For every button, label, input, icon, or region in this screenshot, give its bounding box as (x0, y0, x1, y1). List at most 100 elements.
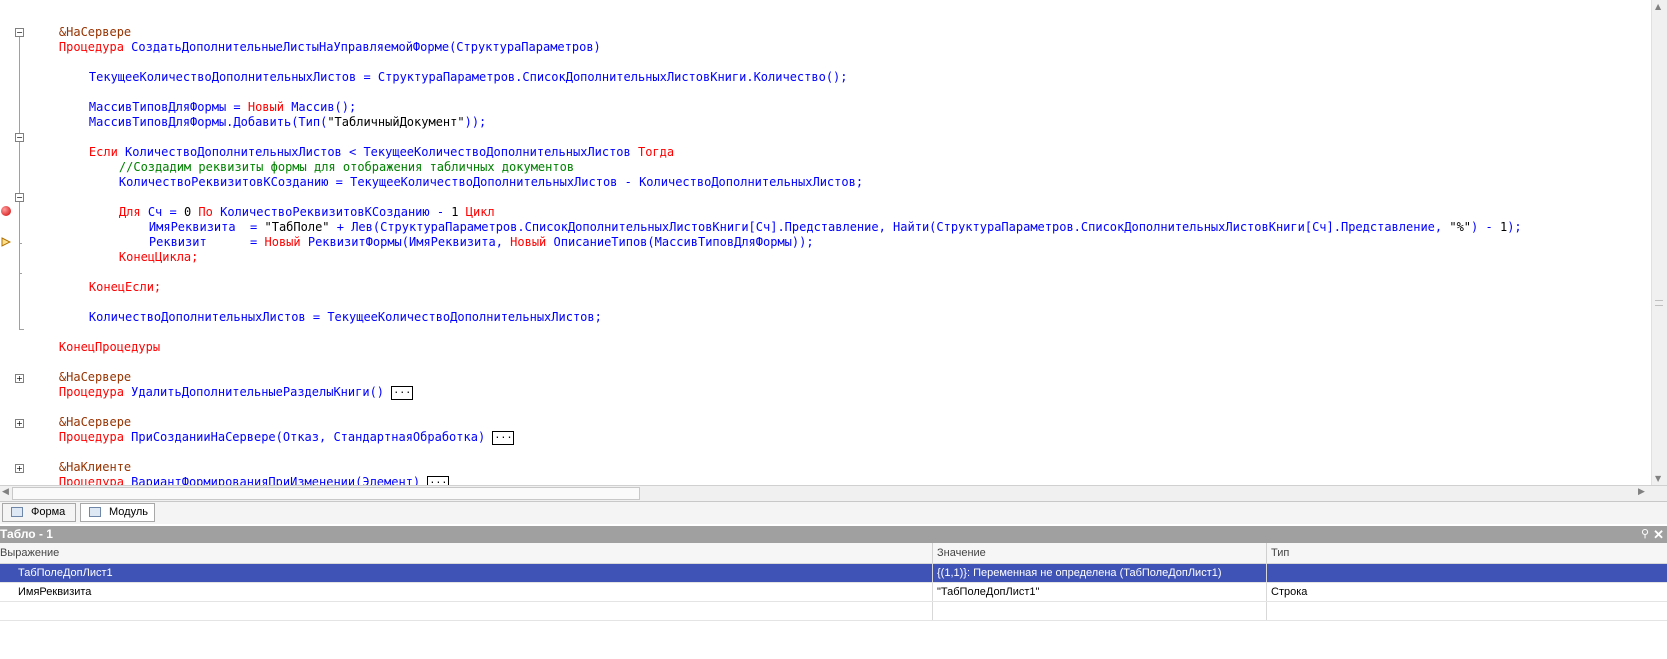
current-line-arrow-icon (1, 237, 11, 247)
scroll-thumb[interactable] (12, 487, 640, 500)
value-cell[interactable]: {(1,1)}: Переменная не определена (ТабПо… (937, 564, 1262, 582)
code-line[interactable]: &НаСервере (30, 400, 131, 429)
tab-label: Модуль (109, 506, 148, 518)
code-line[interactable]: МассивТиповДляФормы.Добавить(Тип("Таблич… (60, 100, 486, 129)
horizontal-scrollbar[interactable]: ◀ ▶ (0, 485, 1667, 502)
code-line[interactable]: &НаСервере (30, 355, 131, 384)
tab-form[interactable]: Форма (2, 503, 76, 522)
type-cell[interactable] (1271, 564, 1651, 582)
expand-icon[interactable]: + (15, 464, 24, 473)
code-editor[interactable]: − − − + + + &НаСервере Процедура Создать… (0, 0, 1652, 485)
keyword: КонецЦикла; (118, 250, 199, 264)
column-divider[interactable] (1266, 543, 1267, 563)
scroll-right-icon[interactable]: ▶ (1638, 487, 1645, 497)
code-line[interactable]: КонецЦикла; (90, 235, 198, 264)
expand-icon[interactable]: + (15, 374, 24, 383)
keyword: Процедура (58, 475, 124, 485)
table-row-empty[interactable] (0, 602, 1667, 621)
code-text: РеквизитФормы(ИмяРеквизита, (300, 235, 511, 249)
form-icon (11, 507, 23, 517)
expand-icon[interactable]: + (15, 419, 24, 428)
keyword: КонецПроцедуры (58, 340, 161, 354)
cell-divider (1266, 602, 1267, 620)
module-icon (89, 507, 101, 517)
tab-label: Форма (31, 506, 66, 518)
watch-grid-header: Выражение Значение Тип (0, 543, 1667, 564)
code-line[interactable]: &НаСервере (30, 10, 131, 39)
column-divider[interactable] (932, 543, 933, 563)
breakpoint-icon[interactable] (1, 206, 11, 216)
editor-tab-bar: Форма Модуль (0, 501, 1667, 524)
code-line[interactable]: ИмяРеквизита = "ТабПоле" + Лев(Структура… (120, 205, 1522, 234)
keyword: Процедура (58, 430, 124, 444)
code-line[interactable]: Реквизит = Новый РеквизитФормы(ИмяРеквиз… (120, 220, 814, 249)
code-line[interactable]: КоличествоДополнительныхЛистов = Текущее… (60, 295, 602, 324)
keyword: Процедура (58, 40, 124, 54)
expression-cell[interactable]: ТабПолеДопЛист1 (18, 564, 918, 582)
code-line[interactable]: КоличествоРеквизитовКСозданию = ТекущееК… (90, 160, 863, 189)
collapsed-block-marker[interactable]: ... (427, 475, 450, 485)
code-line[interactable]: Процедура ВариантФормированияПриИзменени… (30, 460, 450, 485)
column-header-type[interactable]: Тип (1271, 543, 1289, 563)
code-line[interactable]: //Создадим реквизиты формы для отображен… (90, 145, 574, 174)
panel-title: Табло - 1 (0, 527, 53, 541)
code-text: ) - (1471, 220, 1500, 234)
code-text: МассивТиповДляФормы.Добавить(Тип( (88, 115, 328, 129)
code-line[interactable]: КонецЕсли; (60, 265, 161, 294)
fold-guide-tick (19, 273, 22, 274)
code-text: ОписаниеТипов(МассивТиповДляФормы)); (546, 235, 814, 249)
fold-guide-line (19, 36, 20, 329)
code-text: КоличествоРеквизитовКСозданию = ТекущееК… (118, 175, 864, 189)
collapse-icon[interactable]: − (15, 28, 24, 37)
scroll-left-icon[interactable]: ◀ (2, 487, 9, 497)
scroll-up-icon[interactable]: ▲ (1655, 2, 1661, 11)
scroll-thumb[interactable] (1655, 300, 1663, 306)
code-line[interactable]: Для Сч = 0 По КоличествоРеквизитовКСозда… (90, 190, 495, 219)
code-line[interactable]: ТекущееКоличествоДополнительныхЛистов = … (60, 55, 848, 84)
code-line[interactable]: МассивТиповДляФормы = Новый Массив(); (60, 85, 356, 114)
keyword: КонецЕсли; (88, 280, 162, 294)
pin-icon[interactable]: ⚲ (1641, 526, 1649, 543)
cell-divider (932, 602, 933, 620)
watch-panel-header: Табло - 1 ⚲ ✕ (0, 526, 1667, 543)
fold-guide-end (19, 329, 24, 330)
procedure-name: ПриСозданииНаСервере(Отказ, СтандартнаяО… (123, 430, 486, 444)
collapse-icon[interactable]: − (15, 193, 24, 202)
code-line[interactable]: Если КоличествоДополнительныхЛистов < Те… (60, 130, 674, 159)
keyword: Новый (264, 235, 301, 249)
value-cell[interactable]: "ТабПолеДопЛист1" (937, 583, 1262, 601)
keyword: Тогда (637, 145, 675, 159)
procedure-name: СоздатьДополнительныеЛистыНаУправляемойФ… (131, 40, 450, 54)
collapsed-block-marker[interactable]: ... (492, 430, 515, 445)
keyword: Новый (510, 235, 547, 249)
table-row[interactable]: ТабПолеДопЛист1 {(1,1)}: Переменная не о… (0, 564, 1667, 583)
code-line[interactable]: Процедура ПриСозданииНаСервере(Отказ, Ст… (30, 415, 515, 445)
expression-cell[interactable]: ИмяРеквизита (18, 583, 918, 601)
cell-divider (932, 583, 933, 601)
code-text: ТекущееКоличествоДополнительныхЛистов = … (88, 70, 848, 84)
tab-module[interactable]: Модуль (80, 503, 155, 522)
column-header-value[interactable]: Значение (937, 543, 986, 563)
cell-divider (932, 564, 933, 582)
collapsed-block-marker[interactable]: ... (391, 385, 414, 400)
code-line[interactable]: Процедура УдалитьДополнительныеРазделыКн… (30, 370, 414, 400)
procedure-name: УдалитьДополнительныеРазделыКниги() (123, 385, 385, 399)
type-cell[interactable]: Строка (1271, 583, 1651, 601)
close-icon[interactable]: ✕ (1653, 526, 1664, 543)
cell-divider (1266, 583, 1267, 601)
code-line[interactable]: КонецПроцедуры (30, 325, 160, 354)
code-line[interactable]: Процедура СоздатьДополнительныеЛистыНаУп… (30, 25, 601, 54)
vertical-scrollbar[interactable]: ▲ ▼ (1651, 0, 1667, 485)
scroll-down-icon[interactable]: ▼ (1655, 474, 1661, 483)
fold-guide-tick (19, 243, 22, 244)
code-text: )); (464, 115, 487, 129)
keyword: Процедура (58, 385, 124, 399)
code-text: ); (1507, 220, 1522, 234)
table-row[interactable]: ИмяРеквизита "ТабПолеДопЛист1" Строка (0, 583, 1667, 602)
code-line[interactable]: &НаКлиенте (30, 445, 131, 474)
collapse-icon[interactable]: − (15, 133, 24, 142)
cell-divider (1266, 564, 1267, 582)
procedure-args: (СтруктураПараметров) (449, 40, 601, 54)
column-header-expression[interactable]: Выражение (0, 543, 59, 563)
string-literal: "%" (1449, 220, 1472, 234)
